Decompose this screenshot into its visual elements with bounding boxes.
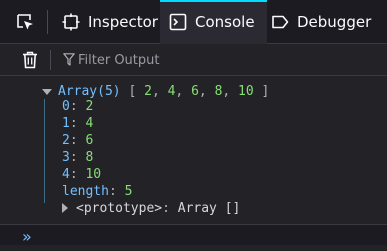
tab-inspector[interactable]: Inspector [56,0,168,44]
property-row: 2: 6 [62,133,94,148]
trash-icon [23,51,37,69]
console-input-bar[interactable]: » [0,224,387,246]
prompt-chevron-icon: » [22,227,32,246]
array-name: Array(5) [58,84,121,99]
summary-value: 10 [238,84,254,99]
filter-output-input[interactable] [78,50,358,70]
filter-icon [63,53,75,66]
filter-separator [50,50,51,70]
tab-debugger-label: Debugger [297,13,372,31]
console-filter-bar [0,44,387,76]
inspector-icon [62,13,80,31]
console-icon [169,13,187,31]
tab-console-label: Console [195,13,255,31]
property-row: 0: 2 [62,99,94,114]
tab-console[interactable]: Console [160,0,267,44]
element-picker-icon [17,14,33,30]
prototype-row[interactable]: <prototype>: Array [] [62,200,240,217]
clear-console-button[interactable] [22,51,38,73]
summary-value: 6 [191,84,199,99]
expand-arrow-icon[interactable] [42,89,52,95]
collapse-arrow-icon[interactable] [62,203,68,213]
summary-value: 2 [144,84,152,99]
tab-debugger[interactable]: Debugger [268,0,381,44]
tree-guide-line [44,99,45,203]
devtools-toolbar: Inspector Console Debugger [0,0,387,44]
length-row: length: 5 [62,184,133,199]
debugger-icon [272,15,289,29]
property-row: 4: 10 [62,167,102,182]
toolbar-separator [47,10,48,34]
property-row: 1: 4 [62,116,94,131]
element-picker-button[interactable] [10,9,40,35]
property-row: 3: 8 [62,150,94,165]
tab-inspector-label: Inspector [88,13,158,31]
